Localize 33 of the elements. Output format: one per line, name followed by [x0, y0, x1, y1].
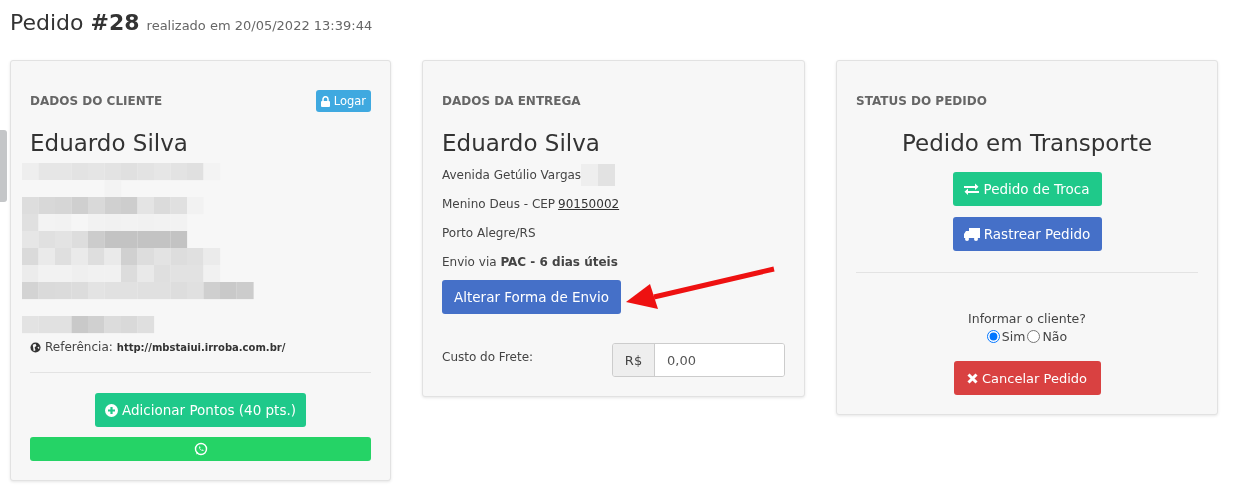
- reference-label: Referência:: [45, 340, 113, 354]
- freight-label: Custo do Frete:: [442, 349, 534, 364]
- postal-code-link[interactable]: 90150002: [558, 196, 620, 211]
- close-icon: [967, 372, 979, 384]
- radio-label[interactable]: Sim: [1001, 329, 1026, 344]
- district: Menino Deus - CEP: [442, 196, 556, 211]
- notify-question: Informar o cliente?: [967, 311, 1087, 326]
- scroll-handle[interactable]: [0, 130, 7, 202]
- reference-link[interactable]: http://mbstaiui.irroba.com.br/: [116, 341, 286, 353]
- street-address: Avenida Getúlio Vargas: [442, 167, 582, 182]
- city: Porto Alegre/RS: [442, 225, 536, 240]
- login-button[interactable]: Logar: [315, 90, 371, 112]
- shipping-method: Envio via PAC - 6 dias úteis: [442, 254, 618, 269]
- radio-label[interactable]: Não: [1042, 329, 1068, 344]
- plus-circle-icon: [105, 403, 118, 417]
- track-order-button[interactable]: Rastrear Pedido: [952, 217, 1102, 251]
- truck-icon: [963, 227, 980, 241]
- whatsapp-icon: [193, 442, 208, 456]
- order-date: realizado em 20/05/2022 13:39:44: [146, 18, 373, 33]
- section-heading: DADOS DA ENTREGA: [442, 94, 581, 108]
- customer-name: Eduardo Silva: [30, 130, 189, 158]
- cancel-order-button[interactable]: Cancelar Pedido: [953, 361, 1101, 395]
- section-heading: DADOS DO CLIENTE: [30, 94, 163, 108]
- page-title: Pedido #28: [10, 10, 140, 35]
- globe-icon: [30, 341, 41, 353]
- radio-button[interactable]: [986, 330, 1000, 343]
- order-status: Pedido em Transporte: [900, 130, 1154, 158]
- section-heading: STATUS DO PEDIDO: [856, 94, 987, 108]
- swap-arrows-icon: [964, 183, 980, 195]
- change-shipping-button[interactable]: Alterar Forma de Envio: [442, 280, 622, 314]
- lock-icon: [320, 95, 330, 107]
- radio-button[interactable]: [1027, 330, 1041, 343]
- recipient-name: Eduardo Silva: [442, 130, 601, 158]
